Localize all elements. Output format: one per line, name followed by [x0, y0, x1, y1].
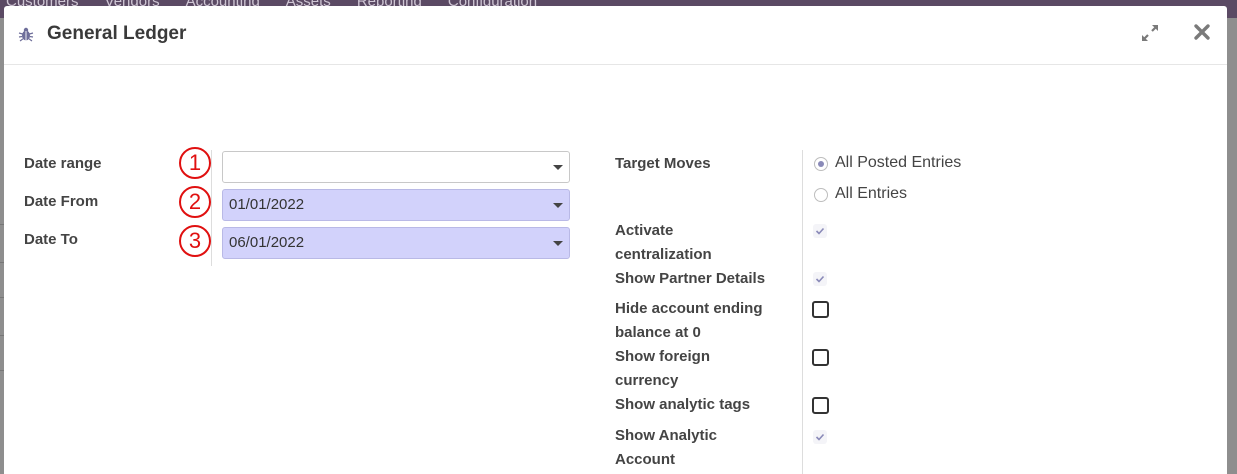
checkmark-icon: [815, 227, 825, 235]
show-analytic-account-label-line: Account: [615, 451, 675, 468]
hide-account-ending-balance-label-line: balance at 0: [615, 324, 701, 341]
target-moves-label: Target Moves: [615, 155, 711, 172]
show-foreign-currency-checkbox[interactable]: [812, 349, 829, 366]
show-analytic-tags-checkbox[interactable]: [812, 397, 829, 414]
show-foreign-currency-label: Show foreign currency: [615, 345, 710, 393]
activate-centralization-label-line: centralization: [615, 246, 712, 263]
checkmark-icon: [815, 433, 825, 441]
show-analytic-tags-label: Show analytic tags: [615, 396, 751, 413]
date-range-select[interactable]: [222, 151, 570, 183]
hide-account-ending-balance-label-line: Hide account ending: [615, 300, 763, 317]
all-entries-radio[interactable]: [814, 188, 828, 202]
date-to-value: 06/01/2022: [229, 234, 305, 251]
activate-centralization-label-line: Activate: [615, 222, 674, 239]
hide-account-ending-balance-label: Hide account ending balance at 0: [615, 297, 763, 345]
activate-centralization-checkbox[interactable]: [813, 224, 827, 238]
all-posted-entries-label[interactable]: All Posted Entries: [835, 153, 961, 173]
all-entries-label[interactable]: All Entries: [835, 184, 907, 204]
hide-account-ending-balance-checkbox[interactable]: [812, 301, 829, 318]
chevron-down-icon: [553, 241, 563, 246]
date-from-label: Date From: [24, 193, 99, 210]
label-divider: [211, 150, 212, 266]
annotation-marker-1: 1: [179, 147, 211, 179]
date-range-label: Date range: [24, 155, 102, 172]
expand-icon[interactable]: [1140, 23, 1160, 43]
bug-icon: [18, 27, 34, 42]
date-from-input[interactable]: 01/01/2022: [222, 189, 570, 221]
annotation-marker-2: 2: [179, 186, 211, 218]
checkmark-icon: [815, 275, 825, 283]
date-to-label: Date To: [24, 231, 78, 248]
dialog-title: General Ledger: [47, 23, 187, 44]
all-posted-entries-radio[interactable]: [814, 157, 828, 171]
show-partner-details-label: Show Partner Details: [615, 270, 766, 287]
show-foreign-currency-label-line: currency: [615, 372, 679, 389]
show-analytic-account-checkbox[interactable]: [813, 430, 827, 444]
options-divider: [802, 150, 803, 474]
activate-centralization-label: Activate centralization: [615, 219, 712, 267]
general-ledger-dialog: General Ledger Date range Date From Date…: [4, 6, 1227, 474]
date-to-input[interactable]: 06/01/2022: [222, 227, 570, 259]
show-analytic-account-label-line: Show Analytic: [615, 427, 717, 444]
close-icon[interactable]: [1192, 22, 1212, 42]
chevron-down-icon: [553, 203, 563, 208]
show-foreign-currency-label-line: Show foreign: [615, 348, 710, 365]
show-partner-details-checkbox[interactable]: [813, 272, 827, 286]
chevron-down-icon: [553, 165, 563, 170]
annotation-marker-3: 3: [179, 225, 211, 257]
dialog-header: General Ledger: [4, 6, 1227, 65]
show-analytic-account-label: Show Analytic Account: [615, 424, 717, 472]
date-from-value: 01/01/2022: [229, 196, 305, 213]
